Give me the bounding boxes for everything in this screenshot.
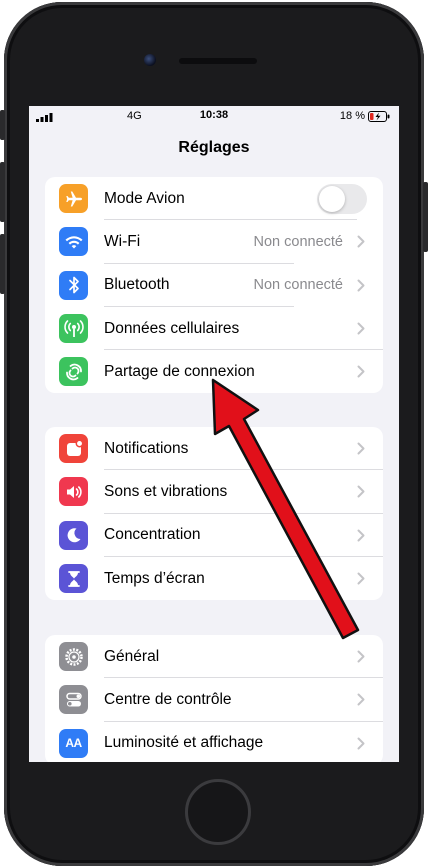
- settings-row-control-center[interactable]: Centre de contrôle: [45, 678, 383, 722]
- settings-row-notifications[interactable]: Notifications: [45, 427, 383, 471]
- chevron-right-icon: [351, 365, 371, 378]
- settings-row-general[interactable]: Général: [45, 635, 383, 679]
- bluetooth-icon: [59, 270, 88, 300]
- cellular-icon: [59, 314, 88, 344]
- connectivity-group: Mode Avion Wi-Fi Non connecté Bluetooth …: [45, 177, 383, 394]
- display-brightness-glyph: AA: [65, 736, 82, 751]
- chevron-right-icon: [351, 485, 371, 498]
- chevron-right-icon: [351, 650, 371, 663]
- airplane-mode-toggle[interactable]: [317, 183, 367, 214]
- settings-row-label: Wi-Fi: [104, 220, 293, 264]
- hotspot-icon: [59, 357, 88, 387]
- bluetooth-status-value: Non connecté: [253, 277, 343, 294]
- settings-screen: 4G 10:38 18 % Réglages Mode Avion Wi-Fi: [29, 106, 399, 762]
- settings-row-screen-time[interactable]: Temps d’écran: [45, 557, 383, 600]
- settings-row-airplane-mode[interactable]: Mode Avion: [45, 177, 383, 221]
- settings-row-sounds[interactable]: Sons et vibrations: [45, 470, 383, 514]
- chevron-right-icon: [351, 279, 371, 292]
- chevron-right-icon: [351, 442, 371, 455]
- mute-switch: [0, 110, 5, 140]
- earpiece-speaker: [179, 58, 257, 64]
- settings-row-cellular[interactable]: Données cellulaires: [45, 307, 383, 351]
- wifi-status-value: Non connecté: [253, 233, 343, 250]
- chevron-right-icon: [351, 737, 371, 750]
- wifi-icon: [59, 227, 88, 257]
- settings-row-display-brightness[interactable]: AA Luminosité et affichage: [45, 722, 383, 762]
- chevron-right-icon: [351, 572, 371, 585]
- settings-row-label: Temps d’écran: [104, 569, 205, 587]
- settings-row-label: Sons et vibrations: [104, 470, 383, 514]
- home-button[interactable]: [185, 779, 251, 845]
- power-button: [423, 182, 428, 252]
- settings-row-wifi[interactable]: Wi-Fi Non connecté: [45, 220, 383, 264]
- front-camera: [144, 54, 156, 66]
- settings-row-label: Centre de contrôle: [104, 678, 383, 722]
- moon-icon: [59, 520, 88, 550]
- settings-row-label: Concentration: [104, 514, 383, 558]
- settings-row-label: Données cellulaires: [104, 307, 383, 351]
- gear-icon: [59, 642, 88, 672]
- settings-row-label: Bluetooth: [104, 264, 293, 308]
- notifications-icon: [59, 434, 88, 464]
- page-title: Réglages: [178, 139, 250, 156]
- control-center-icon: [59, 685, 88, 715]
- settings-row-personal-hotspot[interactable]: Partage de connexion: [45, 350, 383, 393]
- settings-row-label: Général: [104, 635, 383, 679]
- status-bar: 4G 10:38 18 %: [29, 106, 399, 128]
- settings-row-label: Notifications: [104, 427, 383, 471]
- airplane-icon: [59, 184, 88, 214]
- volume-down-button: [0, 234, 5, 294]
- display-brightness-icon: AA: [59, 728, 88, 758]
- settings-row-bluetooth[interactable]: Bluetooth Non connecté: [45, 264, 383, 308]
- sound-icon: [59, 477, 88, 507]
- notifications-group: Notifications Sons et vibrations Concent…: [45, 427, 383, 601]
- settings-row-label: Luminosité et affichage: [104, 734, 264, 752]
- chevron-right-icon: [351, 693, 371, 706]
- settings-row-focus[interactable]: Concentration: [45, 514, 383, 558]
- volume-up-button: [0, 162, 5, 222]
- chevron-right-icon: [351, 235, 371, 248]
- battery-charging-icon: [368, 111, 390, 125]
- chevron-right-icon: [351, 529, 371, 542]
- general-group: Général Centre de contrôle AA Luminosité…: [45, 635, 383, 762]
- chevron-right-icon: [351, 322, 371, 335]
- toggle-knob: [319, 185, 345, 212]
- battery-percentage: 18 %: [339, 110, 365, 122]
- settings-row-label: Mode Avion: [104, 177, 357, 221]
- hourglass-icon: [59, 564, 88, 594]
- settings-row-label: Partage de connexion: [104, 362, 255, 380]
